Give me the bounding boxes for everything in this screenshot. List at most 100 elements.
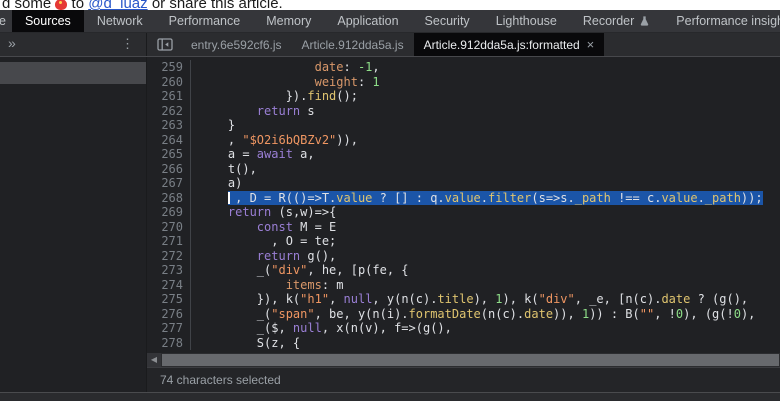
editor-statusbar: 74 characters selected xyxy=(147,367,780,392)
line-number[interactable]: 267 xyxy=(147,176,191,191)
line-number[interactable]: 275 xyxy=(147,292,191,307)
tab-label: Recorder xyxy=(582,14,635,28)
page-text-suffix: or share this article. xyxy=(147,0,283,10)
code-token: date xyxy=(524,306,554,321)
line-number[interactable]: 262 xyxy=(147,103,191,118)
code-line[interactable]: 261 }).find(); xyxy=(147,89,780,104)
navigator-sidebar[interactable] xyxy=(0,57,147,392)
file-tab-article-912dda5a-js-formatted[interactable]: Article.912dda5a.js:formatted × xyxy=(413,33,605,56)
tab-network[interactable]: Network xyxy=(84,10,156,32)
code-token: : xyxy=(357,74,373,89)
code-token: (n(c). xyxy=(480,306,525,321)
line-number[interactable]: 273 xyxy=(147,263,191,278)
selected-code: filter xyxy=(488,190,532,205)
line-number[interactable]: 272 xyxy=(147,248,191,263)
line-number[interactable]: 260 xyxy=(147,74,191,89)
code-line[interactable]: 260 weight: 1 xyxy=(147,74,780,89)
line-text: _("span", be, y(n(i).formatDate(n(c).dat… xyxy=(191,306,756,322)
close-tab-icon[interactable]: × xyxy=(587,38,595,51)
code-line[interactable]: 268 , D = R(()=>T.value ? [] : q.value.f… xyxy=(147,190,780,205)
code-token: a = xyxy=(199,147,257,161)
line-text: const M = E xyxy=(191,220,336,235)
code-line[interactable]: 273 _("div", he, [p(fe, { xyxy=(147,263,780,278)
code-line[interactable]: 274 items: m xyxy=(147,277,780,292)
tab-performance[interactable]: Performance xyxy=(156,10,254,32)
tab-label: Performance insights xyxy=(676,14,780,28)
code-token: ), (g(! xyxy=(683,306,734,321)
line-number[interactable]: 268 xyxy=(147,190,191,205)
code-line[interactable]: 275 }), k("h1", null, y(n(c).title), 1),… xyxy=(147,292,780,307)
scroll-left-button[interactable]: ◀ xyxy=(147,353,161,367)
tab-security[interactable]: Security xyxy=(412,10,483,32)
tab-memory[interactable]: Memory xyxy=(253,10,324,32)
tab-performance-insights[interactable]: Performance insights xyxy=(663,10,780,32)
heart-emoji xyxy=(55,0,68,10)
selected-code: (s=>s. xyxy=(531,190,575,205)
line-number[interactable]: 264 xyxy=(147,132,191,147)
tab-lighthouse[interactable]: Lighthouse xyxy=(483,10,570,32)
code-line[interactable]: 259 date: -1, xyxy=(147,60,780,75)
selected-code: ? [] : q. xyxy=(372,190,445,205)
source-editor[interactable]: 259 date: -1, 260 weight: 1 261 }).find();… xyxy=(147,57,780,356)
code-line[interactable]: 263 } xyxy=(147,118,780,133)
code-line[interactable]: 269 return (s,w)=>{ xyxy=(147,205,780,220)
code-line[interactable]: 276 _("span", be, y(n(i).formatDate(n(c)… xyxy=(147,306,780,322)
code-line[interactable]: 266 t(), xyxy=(147,161,780,177)
line-text: } xyxy=(191,118,235,133)
code-token: "$O2i6bQBZv2" xyxy=(242,132,337,147)
code-token: await xyxy=(256,147,293,161)
line-number[interactable]: 271 xyxy=(147,234,191,249)
selected-code: )); xyxy=(740,190,763,205)
line-number[interactable]: 276 xyxy=(147,306,191,321)
tab-recorder[interactable]: Recorder xyxy=(570,10,663,32)
code-line[interactable]: 277 _($, null, x(n(v), f=>(g(), xyxy=(147,321,780,336)
line-number[interactable]: 269 xyxy=(147,205,191,220)
line-number[interactable]: 277 xyxy=(147,321,191,336)
twitter-handle-link[interactable]: @d_luaz xyxy=(88,0,147,10)
code-token: return xyxy=(256,248,301,263)
status-text: 74 characters selected xyxy=(160,373,281,387)
file-tab-article-912dda5a-js[interactable]: Article.912dda5a.js xyxy=(292,33,414,56)
code-line[interactable]: 272 return g(), xyxy=(147,248,780,263)
line-number[interactable]: 261 xyxy=(147,89,191,104)
code-line[interactable]: 265 a = await a, xyxy=(147,147,780,162)
file-tab-entry-6e592cf6-js[interactable]: entry.6e592cf6.js xyxy=(181,33,292,56)
line-number[interactable]: 278 xyxy=(147,335,191,350)
horizontal-scrollbar[interactable]: ◀ xyxy=(147,353,780,367)
navigator-selected-item[interactable] xyxy=(0,62,146,84)
more-navigator-tabs-button[interactable]: » xyxy=(8,35,16,51)
scrollbar-thumb[interactable] xyxy=(161,353,780,367)
toggle-navigator-icon[interactable] xyxy=(147,33,181,56)
code-line[interactable]: 271 , O = te; xyxy=(147,234,780,249)
line-text: a) xyxy=(191,176,242,191)
code-token: ), k( xyxy=(502,292,539,306)
tab-label: Network xyxy=(96,14,143,28)
line-number[interactable]: 270 xyxy=(147,219,191,234)
code-line[interactable]: 267 a) xyxy=(147,176,780,191)
code-line[interactable]: 262 return s xyxy=(147,103,780,118)
code-line[interactable]: 264 , "$O2i6bQBZv2")), xyxy=(147,132,780,147)
line-number[interactable]: 274 xyxy=(147,277,191,292)
line-number[interactable]: 266 xyxy=(147,161,191,176)
tab-sources[interactable]: Sources xyxy=(11,10,84,32)
sources-body: 259 date: -1, 260 weight: 1 261 }).find();… xyxy=(0,57,780,392)
tab-application[interactable]: Application xyxy=(324,10,411,32)
code-token: "div" xyxy=(271,263,308,277)
line-number[interactable]: 263 xyxy=(147,118,191,133)
code-line[interactable]: 270 const M = E xyxy=(147,219,780,235)
line-number[interactable]: 265 xyxy=(147,147,191,162)
code-token: : xyxy=(343,60,358,74)
code-token: return xyxy=(227,205,272,219)
line-number[interactable]: 259 xyxy=(147,60,191,75)
code-token: )), xyxy=(336,132,358,147)
navigator-menu-icon[interactable]: ⋮ xyxy=(121,36,134,52)
devtools-window: d some to @d_luaz or share this article.… xyxy=(0,0,780,401)
code-line[interactable]: 278 S(z, { xyxy=(147,335,780,350)
line-text: t(), xyxy=(191,162,257,177)
code-token: , x(n(v), f=>(g(), xyxy=(321,321,452,335)
tab-console-cutoff[interactable]: e xyxy=(0,14,6,28)
editor-pane: 259 date: -1, 260 weight: 1 261 }).find();… xyxy=(147,57,780,392)
code-token: )) : B( xyxy=(589,306,640,321)
code-token: a) xyxy=(199,176,243,190)
